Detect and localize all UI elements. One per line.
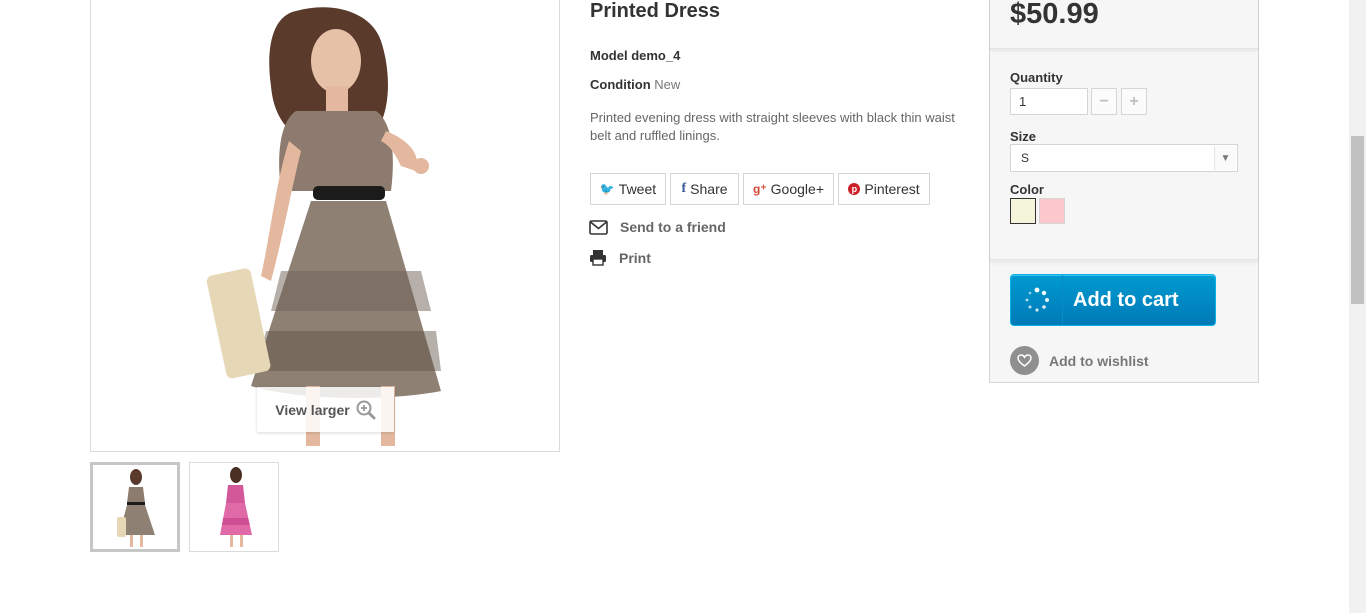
send-to-friend-link[interactable]: Send to a friend bbox=[589, 219, 726, 235]
thumbnail-pink-dress-photo bbox=[190, 463, 278, 551]
quantity-label: Quantity bbox=[1010, 70, 1063, 85]
color-swatch-beige[interactable] bbox=[1010, 198, 1036, 224]
size-label: Size bbox=[1010, 129, 1037, 144]
facebook-icon: f bbox=[681, 181, 687, 196]
quantity-increase-button[interactable]: + bbox=[1121, 88, 1147, 115]
print-label: Print bbox=[619, 249, 651, 266]
color-label: Color bbox=[1010, 182, 1044, 197]
plus-icon: + bbox=[1129, 92, 1139, 110]
scrollbar-thumb[interactable] bbox=[1351, 136, 1364, 304]
printer-icon bbox=[590, 250, 606, 266]
product-description: Printed evening dress with straight slee… bbox=[590, 110, 955, 143]
page-scrollbar[interactable] bbox=[1349, 0, 1366, 613]
condition-value: New bbox=[654, 77, 681, 92]
model-value: demo_4 bbox=[631, 48, 681, 63]
twitter-icon: 🐦 bbox=[599, 182, 615, 196]
google-plus-icon: g⁺ bbox=[753, 182, 767, 196]
size-selected-value: S bbox=[1021, 151, 1030, 165]
price-area: $50.99 bbox=[990, 0, 1258, 49]
view-larger-label: View larger bbox=[275, 401, 350, 418]
minus-icon: − bbox=[1099, 92, 1109, 110]
tweet-button[interactable]: 🐦 Tweet bbox=[590, 173, 666, 205]
thumbnail-1[interactable] bbox=[90, 462, 180, 552]
send-to-friend-label: Send to a friend bbox=[620, 219, 726, 235]
thumbnail-dress-photo bbox=[93, 465, 177, 549]
thumbnail-2[interactable] bbox=[189, 462, 279, 552]
envelope-icon bbox=[589, 219, 608, 235]
condition-label: Condition bbox=[590, 77, 651, 92]
pinterest-button[interactable]: p Pinterest bbox=[838, 173, 930, 205]
product-title: Printed Dress bbox=[590, 0, 721, 22]
buy-box: $50.99 Quantity 1 − + Size S ▼ Color Add… bbox=[989, 0, 1259, 383]
product-options: Quantity 1 − + Size S ▼ Color bbox=[990, 52, 1258, 260]
product-model: Model demo_4 bbox=[590, 48, 680, 63]
pinterest-label: Pinterest bbox=[864, 181, 920, 197]
size-select[interactable]: S ▼ bbox=[1010, 144, 1238, 172]
add-to-wishlist-label: Add to wishlist bbox=[1049, 352, 1149, 369]
zoom-in-icon bbox=[356, 400, 376, 419]
google-plus-button[interactable]: g⁺ Google+ bbox=[743, 173, 834, 205]
dress-photo bbox=[91, 0, 559, 451]
view-larger-button[interactable]: View larger bbox=[257, 387, 394, 432]
add-to-cart-label: Add to cart bbox=[1073, 288, 1179, 311]
chevron-down-icon: ▼ bbox=[1214, 146, 1236, 170]
add-to-cart-button[interactable]: Add to cart bbox=[1010, 274, 1216, 326]
model-label: Model bbox=[590, 48, 628, 63]
share-label: Share bbox=[690, 181, 728, 197]
print-link[interactable]: Print bbox=[589, 249, 651, 266]
google-label: Google+ bbox=[770, 181, 824, 197]
main-product-image[interactable]: View larger bbox=[90, 0, 560, 452]
facebook-share-button[interactable]: f Share bbox=[670, 173, 739, 205]
tweet-label: Tweet bbox=[618, 181, 657, 197]
color-swatch-pink[interactable] bbox=[1039, 198, 1065, 224]
add-to-wishlist-link[interactable]: Add to wishlist bbox=[1010, 346, 1149, 375]
product-condition: Condition New bbox=[590, 77, 680, 92]
pinterest-icon: p bbox=[848, 183, 861, 195]
heart-icon bbox=[1010, 346, 1039, 375]
product-price: $50.99 bbox=[1010, 0, 1099, 30]
quantity-input[interactable]: 1 bbox=[1010, 88, 1088, 115]
quantity-decrease-button[interactable]: − bbox=[1091, 88, 1117, 115]
loading-spinner-icon bbox=[1011, 275, 1063, 325]
